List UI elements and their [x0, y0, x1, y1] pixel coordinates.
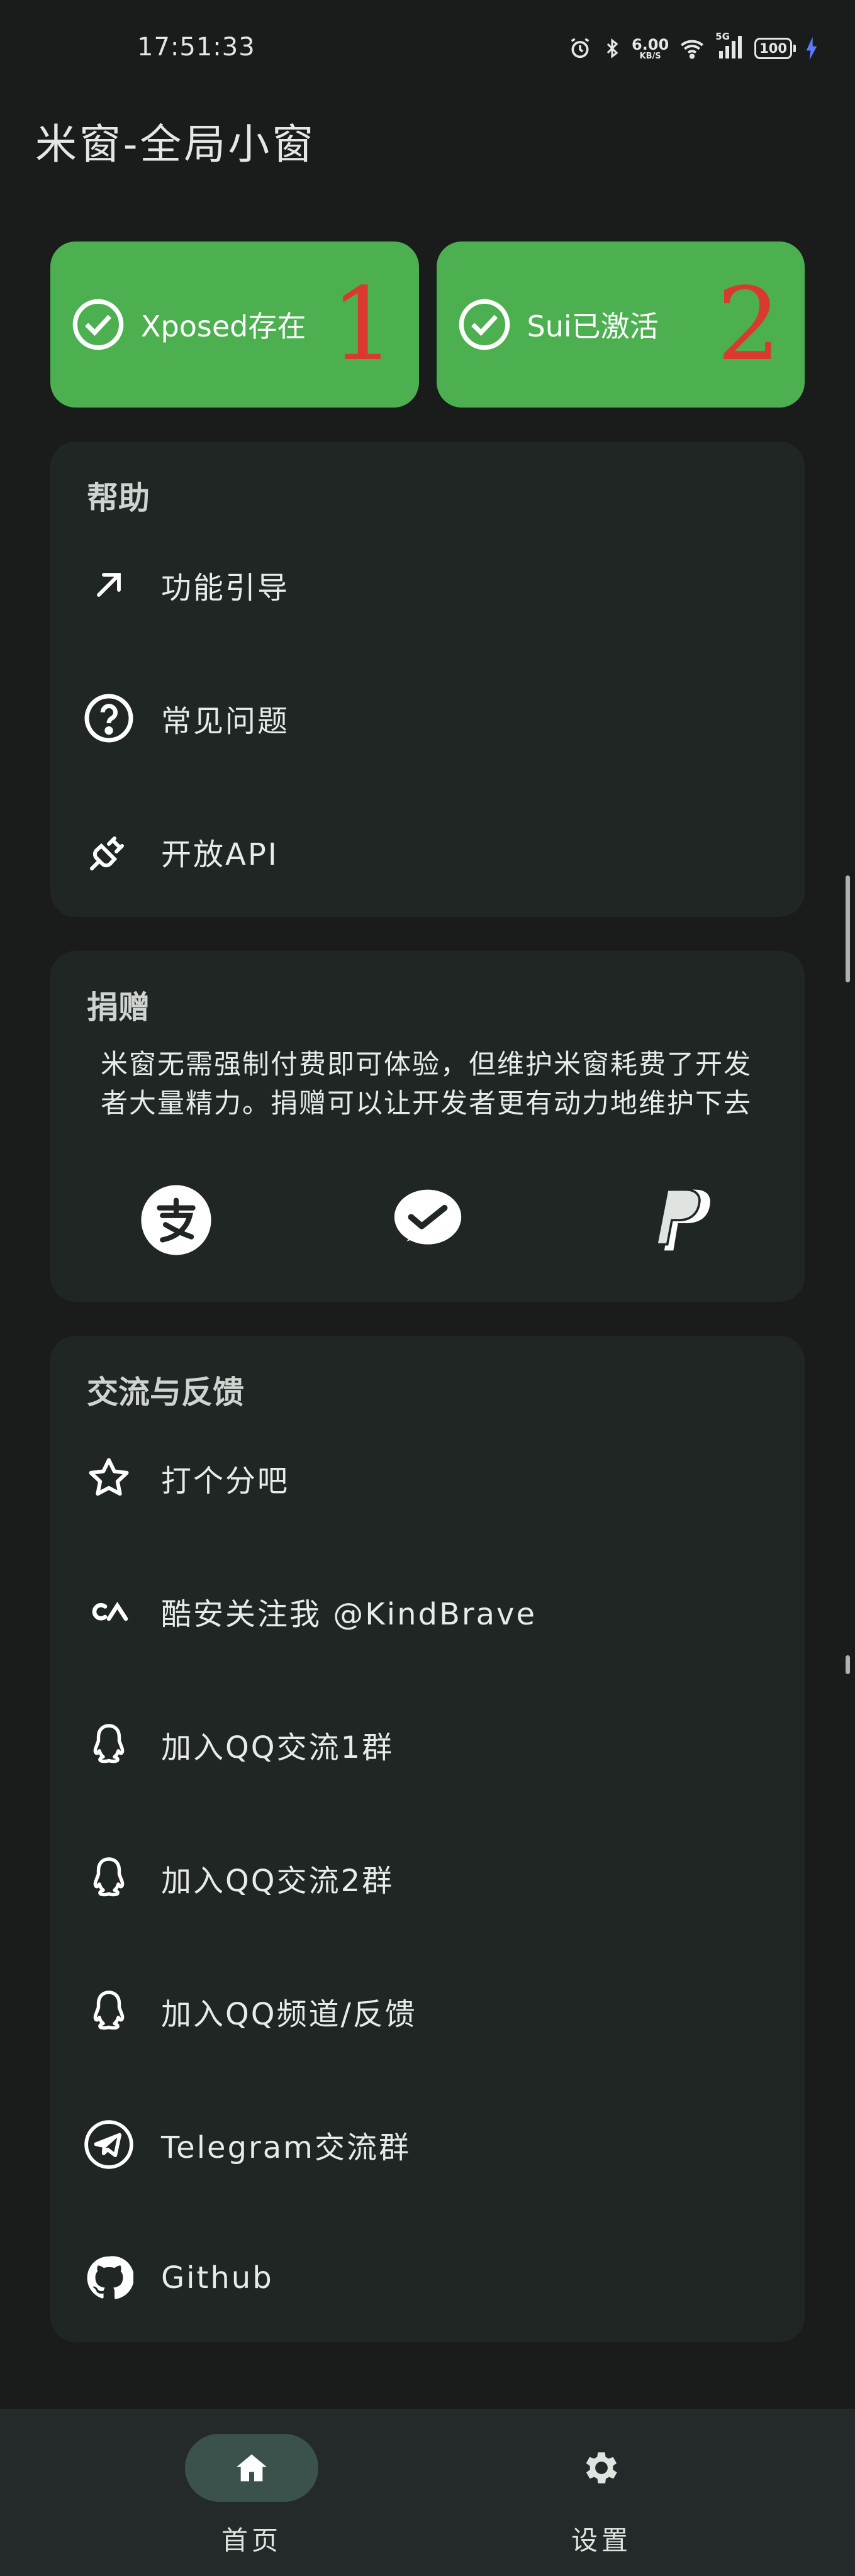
sui-status-label: Sui已激活	[527, 309, 659, 343]
help-section-title: 帮助	[87, 480, 150, 516]
annotation-number-2: 2	[717, 265, 781, 383]
donate-section-title: 捐赠	[87, 989, 150, 1026]
nav-home-pill[interactable]	[185, 2434, 318, 2502]
app-title: 米窗-全局小窗	[35, 120, 316, 169]
check-circle-icon	[70, 297, 126, 352]
feedback-item-label: 打个分吧	[161, 1463, 290, 1499]
bottom-nav: 首页 设置	[0, 2409, 855, 2576]
feedback-item-rate[interactable]: 打个分吧	[50, 1415, 805, 1541]
feedback-item-label: Github	[161, 2260, 274, 2296]
nav-settings-label: 设置	[571, 2525, 632, 2556]
home-icon	[232, 2448, 272, 2488]
gear-icon	[580, 2446, 623, 2489]
nav-home-label: 首页	[221, 2525, 282, 2556]
donate-description: 米窗无需强制付费即可体验，但维护米窗耗费了开发者大量精力。捐赠可以让开发者更有动…	[101, 1049, 752, 1119]
status-icons: 6.00 KB/S 5G 100	[567, 31, 819, 64]
help-item-faq[interactable]: 常见问题	[50, 655, 805, 781]
scroll-indicator[interactable]	[846, 875, 850, 982]
battery-icon: 100	[754, 38, 796, 59]
nav-item-settings[interactable]: 设置	[520, 2434, 683, 2558]
telegram-icon	[81, 2116, 137, 2173]
qq-icon	[81, 1850, 137, 1906]
feedback-item-qq-channel[interactable]: 加入QQ频道/反馈	[50, 1948, 805, 2074]
alipay-icon[interactable]	[140, 1184, 213, 1257]
xposed-status-label: Xposed存在	[141, 309, 306, 343]
check-circle-icon	[457, 297, 512, 352]
wechat-pay-icon[interactable]	[391, 1184, 464, 1257]
help-card: 帮助 功能引导 常见问题 开放API	[50, 441, 805, 917]
qq-icon	[81, 1716, 137, 1773]
star-icon	[81, 1450, 137, 1506]
feedback-item-qq-group-1[interactable]: 加入QQ交流1群	[50, 1682, 805, 1807]
help-item-api[interactable]: 开放API	[50, 789, 805, 914]
signal-icon: 5G	[715, 31, 746, 61]
nav-item-home[interactable]: 首页	[170, 2434, 333, 2558]
feedback-card: 交流与反馈 打个分吧 酷安关注我 @KindBrave 加入QQ交流1群 加入Q…	[50, 1336, 805, 2342]
coolapk-icon	[81, 1583, 137, 1640]
feedback-item-github[interactable]: Github	[50, 2215, 805, 2341]
charging-icon	[805, 36, 819, 61]
feedback-item-label: 加入QQ交流1群	[161, 1730, 394, 1765]
xposed-status-card[interactable]: Xposed存在 1	[50, 242, 419, 408]
help-circle-icon	[81, 690, 137, 747]
feedback-item-label: 加入QQ频道/反馈	[161, 1997, 417, 2032]
annotation-number-1: 1	[330, 265, 395, 383]
paypal-icon[interactable]	[643, 1184, 716, 1257]
feedback-section-title: 交流与反馈	[87, 1374, 244, 1411]
wifi-icon	[678, 36, 707, 61]
plug-icon	[81, 823, 137, 880]
qq-icon	[81, 1983, 137, 2040]
scroll-indicator-secondary	[846, 1655, 850, 1674]
feedback-item-label: 加入QQ交流2群	[161, 1863, 394, 1899]
feedback-item-coolapk[interactable]: 酷安关注我 @KindBrave	[50, 1548, 805, 1674]
help-item-label: 常见问题	[161, 704, 290, 739]
arrow-up-right-icon	[81, 557, 137, 613]
feedback-item-qq-group-2[interactable]: 加入QQ交流2群	[50, 1815, 805, 1941]
status-bar: 17:51:33 6.00 KB/S 5G 100	[0, 0, 855, 101]
feedback-item-label: Telegram交流群	[161, 2130, 411, 2165]
status-time: 17:51:33	[137, 33, 255, 62]
help-item-label: 开放API	[161, 837, 279, 872]
github-icon	[81, 2250, 137, 2306]
sui-status-card[interactable]: Sui已激活 2	[436, 242, 805, 408]
help-item-guide[interactable]: 功能引导	[50, 522, 805, 648]
feedback-item-label: 酷安关注我 @KindBrave	[161, 1597, 537, 1632]
net-speed: 6.00 KB/S	[631, 35, 669, 61]
help-item-label: 功能引导	[161, 570, 290, 606]
alarm-icon	[567, 36, 593, 61]
status-cards: Xposed存在 1 Sui已激活 2	[50, 242, 805, 408]
feedback-item-telegram[interactable]: Telegram交流群	[50, 2082, 805, 2207]
nav-settings-pill[interactable]	[535, 2434, 668, 2502]
bluetooth-icon	[601, 36, 623, 61]
donate-card: 捐赠 米窗无需强制付费即可体验，但维护米窗耗费了开发者大量精力。捐赠可以让开发者…	[50, 951, 805, 1302]
